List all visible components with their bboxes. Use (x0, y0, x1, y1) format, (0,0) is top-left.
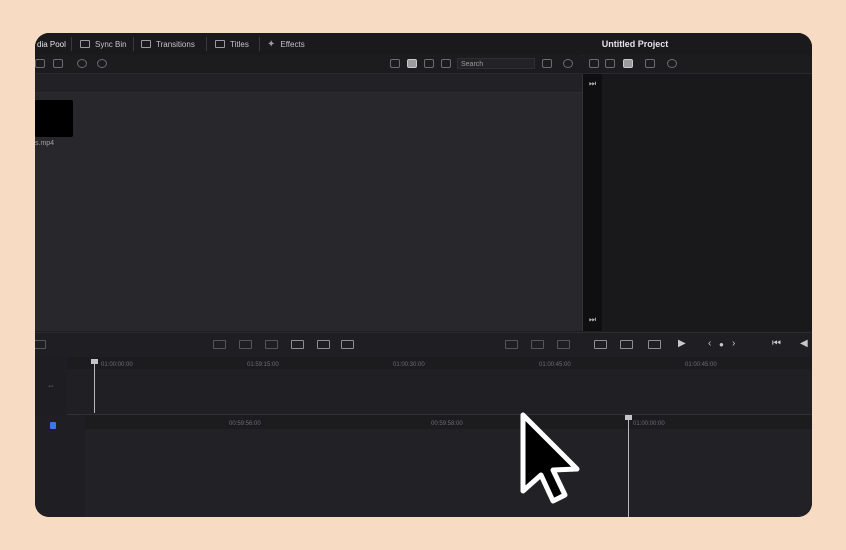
refresh-icon[interactable] (563, 59, 573, 68)
ruler-tick: 01:00:00:00 (633, 421, 665, 427)
tab-transitions[interactable]: Transitions (141, 33, 195, 55)
transitions-icon (141, 40, 151, 48)
metadata-view-icon[interactable] (390, 59, 400, 68)
titles-icon (215, 40, 225, 48)
list-view-icon[interactable] (441, 59, 451, 68)
monitor-icon[interactable] (620, 340, 633, 349)
search-input[interactable]: Search (457, 58, 535, 69)
ruler-tick: 01:00:45:00 (685, 362, 717, 368)
app-window: dia Pool Sync Bin Transitions Titles ✦ E… (35, 33, 812, 517)
upper-playhead-line[interactable] (94, 363, 95, 413)
clip-thumbnail[interactable] (35, 100, 73, 137)
lower-track-header (35, 415, 86, 517)
tab-transitions-label: Transitions (156, 39, 195, 49)
trim-icon[interactable] (505, 340, 518, 349)
audio-level-icon[interactable]: ⇔ (47, 381, 55, 390)
viewer-panel (602, 74, 812, 331)
dot-marker-icon[interactable]: ● (719, 340, 724, 349)
tab-media-pool[interactable]: dia Pool (37, 33, 66, 55)
tab-divider (71, 37, 72, 51)
sort-icon[interactable] (542, 59, 552, 68)
viewer-toolbar (583, 55, 812, 74)
ruler-tick: 01:00:00:00 (101, 362, 133, 368)
rewind-icon[interactable]: ◀ (800, 338, 808, 349)
ruler-tick: 00:59:56:00 (229, 421, 261, 427)
dual-view-icon[interactable] (645, 59, 655, 68)
person-icon[interactable] (667, 59, 677, 68)
safe-area-icon[interactable] (557, 340, 570, 349)
append-icon[interactable] (239, 340, 252, 349)
overlay-icon[interactable] (531, 340, 544, 349)
close-up-icon[interactable] (291, 340, 304, 349)
viewer-side-strip (582, 74, 603, 331)
tab-sync-bin-label: Sync Bin (95, 39, 127, 49)
smart-insert-icon[interactable] (213, 340, 226, 349)
next-frame-button[interactable]: › (732, 338, 735, 349)
tab-effects-label: Effects (280, 39, 305, 49)
grid-view-icon[interactable] (407, 59, 417, 68)
ruler-tick: 01:00:45:00 (539, 362, 571, 368)
viewer-mode-icon[interactable] (589, 59, 599, 68)
media-pool-toolbar: Search (35, 55, 582, 74)
filmstrip-view-icon[interactable] (424, 59, 434, 68)
jump-to-start-icon[interactable]: ⏮ (772, 338, 781, 349)
bin-icon[interactable] (35, 59, 45, 68)
skip-to-end-icon[interactable]: ⏭ (589, 315, 596, 325)
project-title: Untitled Project (601, 39, 669, 49)
expand-icon[interactable] (35, 340, 46, 349)
lower-timeline-track[interactable] (85, 429, 812, 517)
play-around-icon[interactable]: ▶ (678, 338, 686, 349)
tab-titles-label: Titles (230, 39, 249, 49)
clip-name: s.mp4 (35, 140, 55, 147)
tab-divider (206, 37, 207, 51)
sync-bin-icon (80, 40, 90, 48)
tab-divider (133, 37, 134, 51)
top-tab-bar: dia Pool Sync Bin Transitions Titles ✦ E… (35, 33, 812, 56)
ripple-overwrite-icon[interactable] (265, 340, 278, 349)
track-lock-icon[interactable] (50, 422, 56, 429)
place-on-top-icon[interactable] (317, 340, 330, 349)
media-pool-panel: s.mp4 (35, 93, 582, 331)
ruler-tick: 01:59:15:00 (247, 362, 279, 368)
lower-playhead-line[interactable] (628, 419, 629, 517)
ruler-tick: 01:00:30:00 (393, 362, 425, 368)
source-overwrite-icon[interactable] (341, 340, 354, 349)
sync-icon[interactable] (77, 59, 87, 68)
timeline-view-icon[interactable] (623, 59, 633, 68)
settings-sliders-icon[interactable] (594, 340, 607, 349)
folder-icon[interactable] (53, 59, 63, 68)
tab-sync-bin[interactable]: Sync Bin (80, 33, 127, 55)
media-pool-header (35, 74, 582, 93)
prev-frame-button[interactable]: ‹ (708, 338, 711, 349)
clip-view-icon[interactable] (648, 340, 661, 349)
tab-effects[interactable]: ✦ Effects (267, 33, 305, 55)
relink-icon[interactable] (97, 59, 107, 68)
source-icon[interactable] (605, 59, 615, 68)
tab-divider (259, 37, 260, 51)
ruler-tick: 00:59:58:00 (431, 421, 463, 427)
upper-track-header: ⇔ (35, 357, 68, 414)
mouse-pointer-icon (520, 412, 580, 504)
skip-to-start-icon[interactable]: ⏭ (589, 79, 596, 89)
effects-icon: ✦ (267, 38, 276, 50)
tab-titles[interactable]: Titles (215, 33, 249, 55)
tab-media-pool-label: dia Pool (37, 39, 66, 49)
upper-timeline-track[interactable] (67, 369, 812, 415)
transport-bar: ▶ ‹ ● › ⏮ ◀ (582, 332, 812, 357)
edit-controls-bar (35, 332, 582, 357)
